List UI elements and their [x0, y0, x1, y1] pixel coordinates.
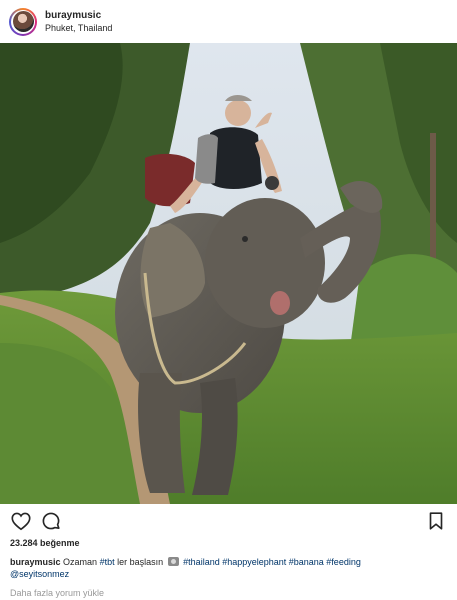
caption-text-start: Ozaman [63, 557, 98, 567]
photo-illustration [0, 43, 457, 504]
location-link[interactable]: Phuket, Thailand [45, 22, 112, 34]
avatar[interactable] [9, 7, 37, 36]
caption-text-middle: ler başlasın [117, 557, 164, 567]
post-photo[interactable] [0, 43, 457, 504]
caption-hashtags[interactable]: #thailand #happyelephant #banana #feedin… [183, 557, 361, 567]
user-meta: buraymusic Phuket, Thailand [45, 9, 112, 34]
caption-username[interactable]: buraymusic [10, 557, 61, 567]
load-more-comments-link[interactable]: Daha fazla yorum yükle [10, 588, 104, 598]
avatar-image [12, 11, 34, 32]
post-header: buraymusic Phuket, Thailand [0, 0, 457, 43]
elephant-emoji-icon [167, 557, 179, 566]
instagram-post: buraymusic Phuket, Thailand 23.284 beğen… [0, 0, 457, 600]
hashtag-tbt[interactable]: #tbt [100, 557, 115, 567]
bookmark-icon[interactable] [425, 510, 447, 532]
mention-link[interactable]: @seyitsonmez [10, 569, 69, 579]
username-link[interactable]: buraymusic [45, 9, 112, 22]
comment-icon[interactable] [40, 510, 62, 532]
heart-icon[interactable] [10, 510, 32, 532]
like-count[interactable]: 23.284 beğenme [10, 538, 80, 548]
post-caption: buraymusic Ozaman #tbt ler başlasın #tha… [10, 556, 447, 580]
avatar-frame [11, 9, 35, 34]
action-bar [0, 510, 457, 534]
